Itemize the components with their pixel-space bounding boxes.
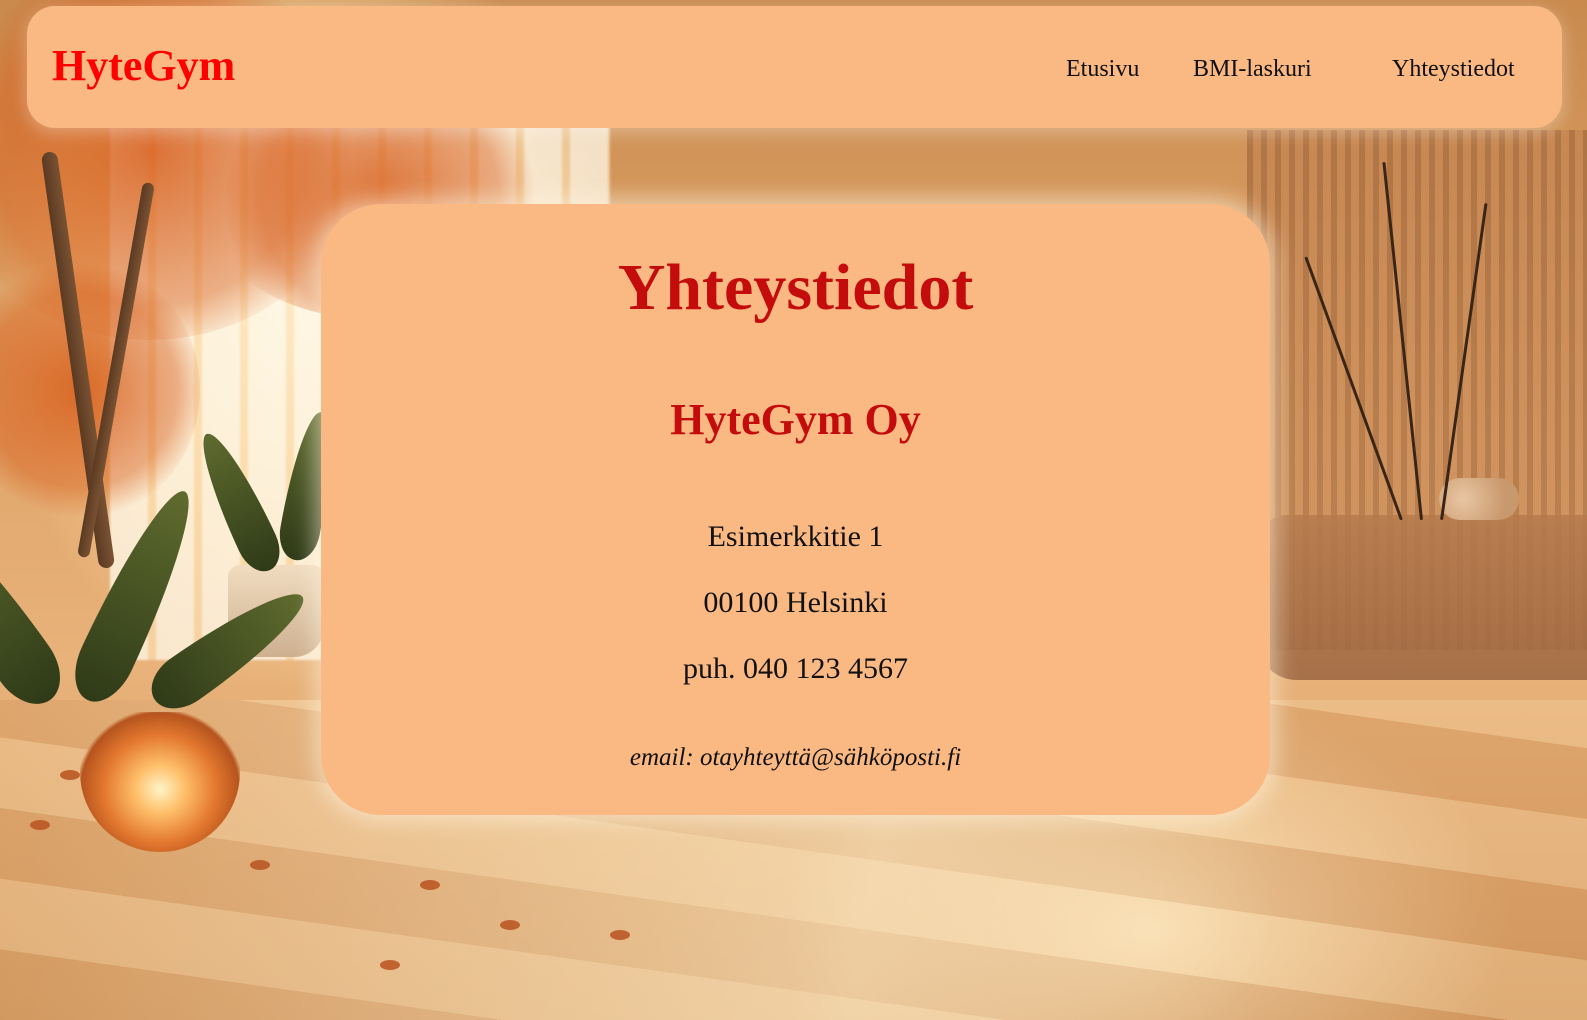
background-fallen-leaf [420, 880, 440, 890]
background-fallen-leaf [380, 960, 400, 970]
background-plant-leaf [0, 502, 75, 718]
contact-card: Yhteystiedot HyteGym Oy Esimerkkitie 1 0… [321, 204, 1270, 815]
background-fallen-leaf [610, 930, 630, 940]
nav-link-etusivu[interactable]: Etusivu [1066, 57, 1139, 81]
background-fallen-leaf [60, 770, 80, 780]
background-fallen-leaf [250, 860, 270, 870]
background-fallen-leaf [500, 920, 520, 930]
nav-links: Etusivu BMI-laskuri Yhteystiedot [27, 57, 1562, 87]
page-title: Yhteystiedot [617, 251, 974, 324]
postal-city: 00100 Helsinki [703, 586, 888, 619]
nav-link-bmi-laskuri[interactable]: BMI-laskuri [1193, 57, 1312, 81]
street-address: Esimerkkitie 1 [707, 520, 884, 553]
email-address: email: otayhteyttä@sähköposti.fi [629, 744, 962, 771]
background-bathtub [1257, 515, 1587, 680]
company-name: HyteGym Oy [670, 395, 921, 444]
phone-number: puh. 040 123 4567 [683, 652, 908, 685]
navbar: HyteGym Etusivu BMI-laskuri Yhteystiedot [27, 6, 1562, 128]
background-fallen-leaf [30, 820, 50, 830]
nav-link-yhteystiedot[interactable]: Yhteystiedot [1392, 57, 1515, 81]
background-towel [1439, 478, 1519, 520]
